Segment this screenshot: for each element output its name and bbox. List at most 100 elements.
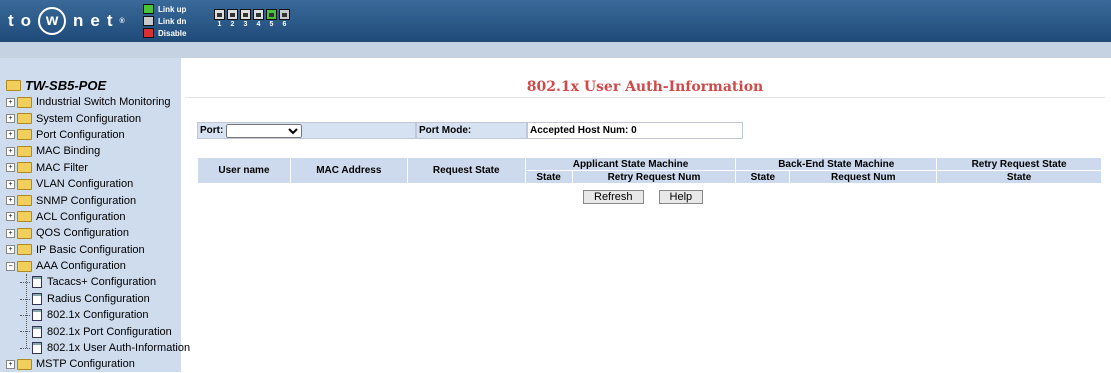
col-applicant-state: State <box>524 170 573 184</box>
nav-item-system-configuration[interactable]: + System Configuration <box>6 110 190 126</box>
table-header-row: User name MAC Address Request State Appl… <box>197 157 1102 184</box>
expand-icon[interactable]: + <box>6 179 15 189</box>
expand-icon[interactable]: + <box>6 146 15 156</box>
ethernet-port-icon <box>240 9 251 20</box>
nav-item-vlan-configuration[interactable]: + VLAN Configuration <box>6 176 190 192</box>
expand-icon[interactable]: + <box>6 212 15 222</box>
collapse-icon[interactable]: − <box>6 261 15 271</box>
col-backend-state-machine: Back-End State Machine <box>735 157 938 171</box>
nav-item-label: 802.1x Configuration <box>47 309 149 322</box>
expand-icon[interactable]: + <box>6 228 15 238</box>
nav-item-label: 802.1x User Auth-Information <box>47 342 191 355</box>
nav-item-port-configuration[interactable]: + Port Configuration <box>6 127 190 143</box>
header-divider-band <box>0 42 1111 58</box>
logo-text-prefix: to <box>8 11 39 30</box>
nav-item-snmp-configuration[interactable]: + SNMP Configuration <box>6 192 190 208</box>
port-5[interactable]: 5 <box>266 9 277 30</box>
nav-item-label: 802.1x Port Configuration <box>47 325 172 338</box>
nav-item-radius-configuration[interactable]: Radius Configuration <box>6 291 190 307</box>
nav-item-8021x-user-auth-information[interactable]: 802.1x User Auth-Information <box>6 340 190 356</box>
port-number: 2 <box>230 21 235 28</box>
port-number: 1 <box>217 21 222 28</box>
nav-item-mstp-configuration[interactable]: + MSTP Configuration <box>6 356 190 372</box>
nav-item-label: MAC Filter <box>36 161 88 174</box>
col-retry-request-num: Retry Request Num <box>571 170 737 184</box>
nav-item-acl-configuration[interactable]: + ACL Configuration <box>6 209 190 225</box>
nav-item-aaa-configuration[interactable]: − AAA Configuration <box>6 258 190 274</box>
disable-swatch-icon <box>143 28 154 38</box>
expand-icon[interactable]: + <box>6 114 15 124</box>
port-mode-cell: Port Mode: <box>416 122 527 139</box>
nav-item-mac-filter[interactable]: + MAC Filter <box>6 160 190 176</box>
legend-link-dn-label: Link dn <box>158 16 187 26</box>
expand-icon[interactable]: + <box>6 245 15 255</box>
folder-icon <box>17 178 32 190</box>
folder-icon <box>17 195 32 207</box>
expand-icon[interactable]: + <box>6 130 15 140</box>
document-icon <box>32 292 42 305</box>
nav-item-tacacs-configuration[interactable]: Tacacs+ Configuration <box>6 274 190 290</box>
help-button[interactable]: Help <box>658 190 704 204</box>
col-request-num: Request Num <box>789 170 938 184</box>
nav-item-8021x-port-configuration[interactable]: 802.1x Port Configuration <box>6 323 190 339</box>
legend-disable: Disable <box>143 27 186 39</box>
towenet-logo: to w net ® <box>8 6 125 36</box>
ethernet-port-icon <box>253 9 264 20</box>
refresh-button[interactable]: Refresh <box>583 190 644 204</box>
accepted-host-num: Accepted Host Num: 0 <box>530 125 637 136</box>
folder-icon <box>17 358 32 370</box>
open-folder-icon <box>6 80 21 91</box>
port-2[interactable]: 2 <box>227 9 238 30</box>
port-select[interactable] <box>226 123 303 138</box>
nav-item-qos-configuration[interactable]: + QOS Configuration <box>6 225 190 241</box>
nav-item-8021x-configuration[interactable]: 802.1x Configuration <box>6 307 190 323</box>
nav-item-mac-binding[interactable]: + MAC Binding <box>6 143 190 159</box>
port-1[interactable]: 1 <box>214 9 225 30</box>
legend-link-dn: Link dn <box>143 15 186 27</box>
folder-icon <box>17 129 32 141</box>
expand-icon[interactable]: + <box>6 163 15 173</box>
nav-item-label: SNMP Configuration <box>36 194 137 207</box>
nav-item-label: AAA Configuration <box>36 260 126 273</box>
page-title: 802.1x User Auth-Information <box>185 79 1105 98</box>
nav-item-label: System Configuration <box>36 112 142 125</box>
ethernet-port-icon <box>279 9 290 20</box>
expand-icon[interactable]: + <box>6 196 15 206</box>
nav-item-label: MAC Binding <box>36 145 101 158</box>
action-buttons: Refresh Help <box>583 190 704 204</box>
folder-icon <box>17 145 32 157</box>
link-down-swatch-icon <box>143 16 154 26</box>
document-icon <box>32 325 42 338</box>
nav-item-label: Radius Configuration <box>47 292 150 305</box>
nav-item-label: ACL Configuration <box>36 210 126 223</box>
col-request-state: Request State <box>406 157 526 184</box>
port-4[interactable]: 4 <box>253 9 264 30</box>
accepted-host-cell: Accepted Host Num: 0 <box>527 122 743 139</box>
port-selection-row: Port: Port Mode: Accepted Host Num: 0 <box>197 122 743 139</box>
nav-item-industrial-switch-monitoring[interactable]: + Industrial Switch Monitoring <box>6 94 190 110</box>
document-icon <box>32 309 42 322</box>
nav-item-label: Tacacs+ Configuration <box>47 276 157 289</box>
port-select-cell: Port: <box>197 122 416 139</box>
tree-root[interactable]: TW-SB5-POE <box>6 77 190 94</box>
link-up-swatch-icon <box>143 4 154 14</box>
port-number: 3 <box>243 21 248 28</box>
nav-tree: TW-SB5-POE + Industrial Switch Monitoring… <box>6 77 190 373</box>
expand-icon[interactable]: + <box>6 359 15 369</box>
ethernet-port-icon <box>214 9 225 20</box>
col-retry-request-state: Retry Request State <box>936 157 1102 171</box>
folder-icon <box>17 244 32 256</box>
legend-link-up-label: Link up <box>158 4 187 14</box>
port-6[interactable]: 6 <box>279 9 290 30</box>
logo-circle-letter: w <box>38 7 67 35</box>
expand-icon[interactable]: + <box>6 97 15 107</box>
device-model-label: TW-SB5-POE <box>25 78 107 93</box>
ethernet-port-icon <box>227 9 238 20</box>
nav-item-ip-basic-configuration[interactable]: + IP Basic Configuration <box>6 242 190 258</box>
port-3[interactable]: 3 <box>240 9 251 30</box>
user-auth-table: User name MAC Address Request State Appl… <box>197 157 1102 184</box>
col-retry-state: State <box>936 170 1102 184</box>
col-mac-address: MAC Address <box>289 157 408 184</box>
document-icon <box>32 276 42 289</box>
aaa-children: Tacacs+ Configuration Radius Configurati… <box>6 274 190 356</box>
